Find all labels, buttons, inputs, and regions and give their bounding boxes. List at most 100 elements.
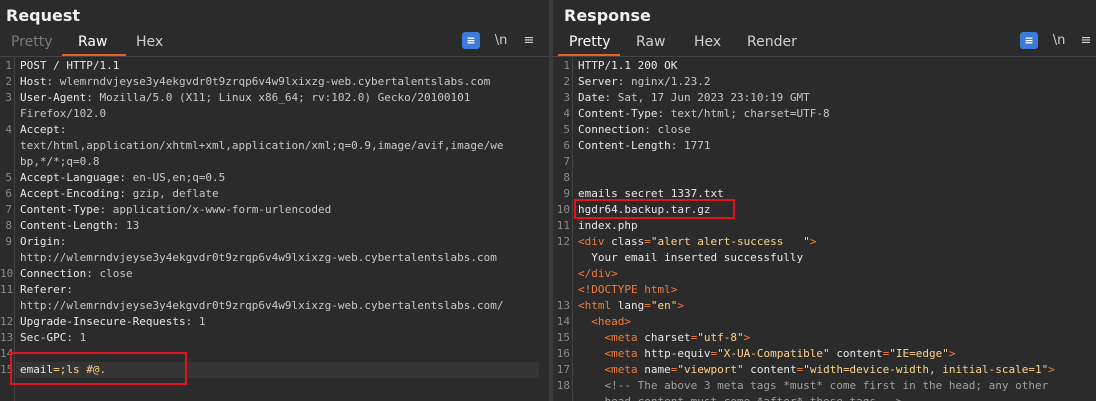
code-token: Origin <box>20 235 60 248</box>
code-token: "en" <box>650 299 678 312</box>
code-token: class <box>611 235 645 248</box>
menu-icon[interactable]: ≡ <box>1078 32 1094 49</box>
code-token: Content-Type <box>578 107 658 120</box>
newline-icon[interactable]: \n <box>1050 32 1068 49</box>
line-number: 9 <box>563 187 570 200</box>
code-token: <meta <box>578 363 645 376</box>
code-token: <meta <box>578 331 645 344</box>
tab-render[interactable]: Render <box>747 34 797 54</box>
code-line: head content must come *after* these tag… <box>578 394 902 401</box>
line-number: 12 <box>0 315 14 328</box>
code-line: Firefox/102.0 <box>20 106 106 122</box>
line-number: 2 <box>563 75 570 88</box>
code-token: : <box>59 123 67 136</box>
code-token: = <box>644 235 651 248</box>
line-number: 13 <box>0 331 14 344</box>
line-number: 12 <box>556 235 570 248</box>
line-number: 5 <box>563 123 570 136</box>
code-token: content <box>750 363 797 376</box>
highlight-box-email-payload <box>10 352 187 385</box>
code-token: <meta <box>578 347 645 360</box>
request-pane: Request Pretty Raw Hex ≡ \n ≡ 1234567891… <box>0 0 549 401</box>
code-token: : gzip, deflate <box>119 187 219 200</box>
wrap-text-icon[interactable]: ≡ <box>462 32 480 49</box>
code-line: Your email inserted successfully <box>578 250 803 266</box>
code-line: Server: nginx/1.23.2 <box>578 74 710 90</box>
line-number: 16 <box>556 347 570 360</box>
code-token: : en-US,en;q=0.5 <box>119 171 226 184</box>
line-number: 7 <box>5 203 12 216</box>
code-line: Connection: close <box>20 266 133 282</box>
code-token: "X-UA-Compatible" <box>717 347 837 360</box>
line-number: 17 <box>556 363 570 376</box>
code-token: Content-Length <box>20 219 113 232</box>
line-number: 4 <box>563 107 570 120</box>
code-token: Host <box>20 75 47 88</box>
code-token: http://wlemrndvjeyse3y4ekgvdr0t9zrqp6v4w… <box>20 299 504 312</box>
code-token: "alert alert-success " <box>650 235 810 248</box>
code-token: "width=device-width, initial-scale=1" <box>803 363 1049 376</box>
tab-raw[interactable]: Raw <box>78 34 107 54</box>
code-line: HTTP/1.1 200 OK <box>578 58 677 74</box>
code-token: : 1771 <box>670 139 711 152</box>
line-number: 11 <box>556 219 570 232</box>
newline-icon[interactable]: \n <box>492 32 510 49</box>
code-line: text/html,application/xhtml+xml,applicat… <box>20 138 503 154</box>
code-token: : text/html; charset=UTF-8 <box>657 107 830 120</box>
request-title: Request <box>6 6 81 25</box>
code-token: : Sat, 17 Jun 2023 23:10:19 GMT <box>604 91 810 104</box>
code-line: Content-Length: 1771 <box>578 138 710 154</box>
code-line: User-Agent: Mozilla/5.0 (X11; Linux x86_… <box>20 90 470 106</box>
code-token: name <box>644 363 671 376</box>
code-token: Content-Length <box>578 139 671 152</box>
line-number: 13 <box>556 299 570 312</box>
code-line: <head> <box>578 314 631 330</box>
line-number: 2 <box>5 75 12 88</box>
code-line: bp,*/*;q=0.8 <box>20 154 99 170</box>
response-pane: Response Pretty Raw Hex Render ≡ \n ≡ 12… <box>553 0 1096 401</box>
code-token: : Mozilla/5.0 (X11; Linux x86_64; rv:102… <box>86 91 471 104</box>
code-token: Referer <box>20 283 67 296</box>
tab-raw[interactable]: Raw <box>636 34 665 54</box>
tab-pretty[interactable]: Pretty <box>569 34 611 54</box>
code-token: : close <box>86 267 133 280</box>
line-number: 8 <box>563 171 570 184</box>
code-line: <meta name="viewport" content="width=dev… <box>578 362 1054 378</box>
response-viewer[interactable]: 1 2 3 4 5 6 7 8 9 10 11 12 13 14 15 16 17 18 HTTP/1.1 200… <box>553 57 1096 401</box>
code-token: Your email inserted successfully <box>578 251 804 264</box>
code-token: <!DOCTYPE html> <box>578 283 678 296</box>
code-line: <!-- The above 3 meta tags *must* come f… <box>578 378 1048 394</box>
code-token: head content must come *after* these tag… <box>578 395 902 401</box>
code-token: bp,*/*;q=0.8 <box>20 155 100 168</box>
tab-hex[interactable]: Hex <box>136 34 163 54</box>
code-token: Upgrade-Insecure-Requests <box>20 315 186 328</box>
code-line: index.php <box>578 218 638 234</box>
code-token: Date <box>578 91 605 104</box>
code-line: <div class="alert alert-success "> <box>578 234 816 250</box>
code-token: <head> <box>578 315 631 328</box>
menu-icon[interactable]: ≡ <box>521 32 537 49</box>
code-token: <html <box>578 299 618 312</box>
code-line: Connection: close <box>578 122 691 138</box>
code-line: Origin: <box>20 234 66 250</box>
code-token: : <box>59 235 67 248</box>
line-number: 10 <box>0 267 14 280</box>
code-token: index.php <box>578 219 638 232</box>
code-token: "IE=edge" <box>889 347 949 360</box>
wrap-text-icon[interactable]: ≡ <box>1020 32 1038 49</box>
code-line: Date: Sat, 17 Jun 2023 23:10:19 GMT <box>578 90 810 106</box>
code-token: Accept-Language <box>20 171 120 184</box>
tab-pretty[interactable]: Pretty <box>11 34 53 54</box>
request-editor[interactable]: 1 2 3 4 5 6 7 8 9 10 11 12 13 14 15 POST / HTTP/1.1 Hos… <box>0 57 549 401</box>
code-token: HTTP/1.1 200 OK <box>578 59 678 72</box>
code-line: Content-Type: application/x-www-form-url… <box>20 202 331 218</box>
code-token: POST / HTTP/1.1 <box>20 59 120 72</box>
line-number: 3 <box>563 91 570 104</box>
code-token: : <box>66 283 73 296</box>
code-token: > <box>677 299 684 312</box>
tab-hex[interactable]: Hex <box>694 34 721 54</box>
code-token: : application/x-www-form-urlencoded <box>99 203 332 216</box>
code-line: <!DOCTYPE html> <box>578 282 677 298</box>
code-line: Referer: <box>20 282 73 298</box>
code-token: User-Agent <box>20 91 87 104</box>
